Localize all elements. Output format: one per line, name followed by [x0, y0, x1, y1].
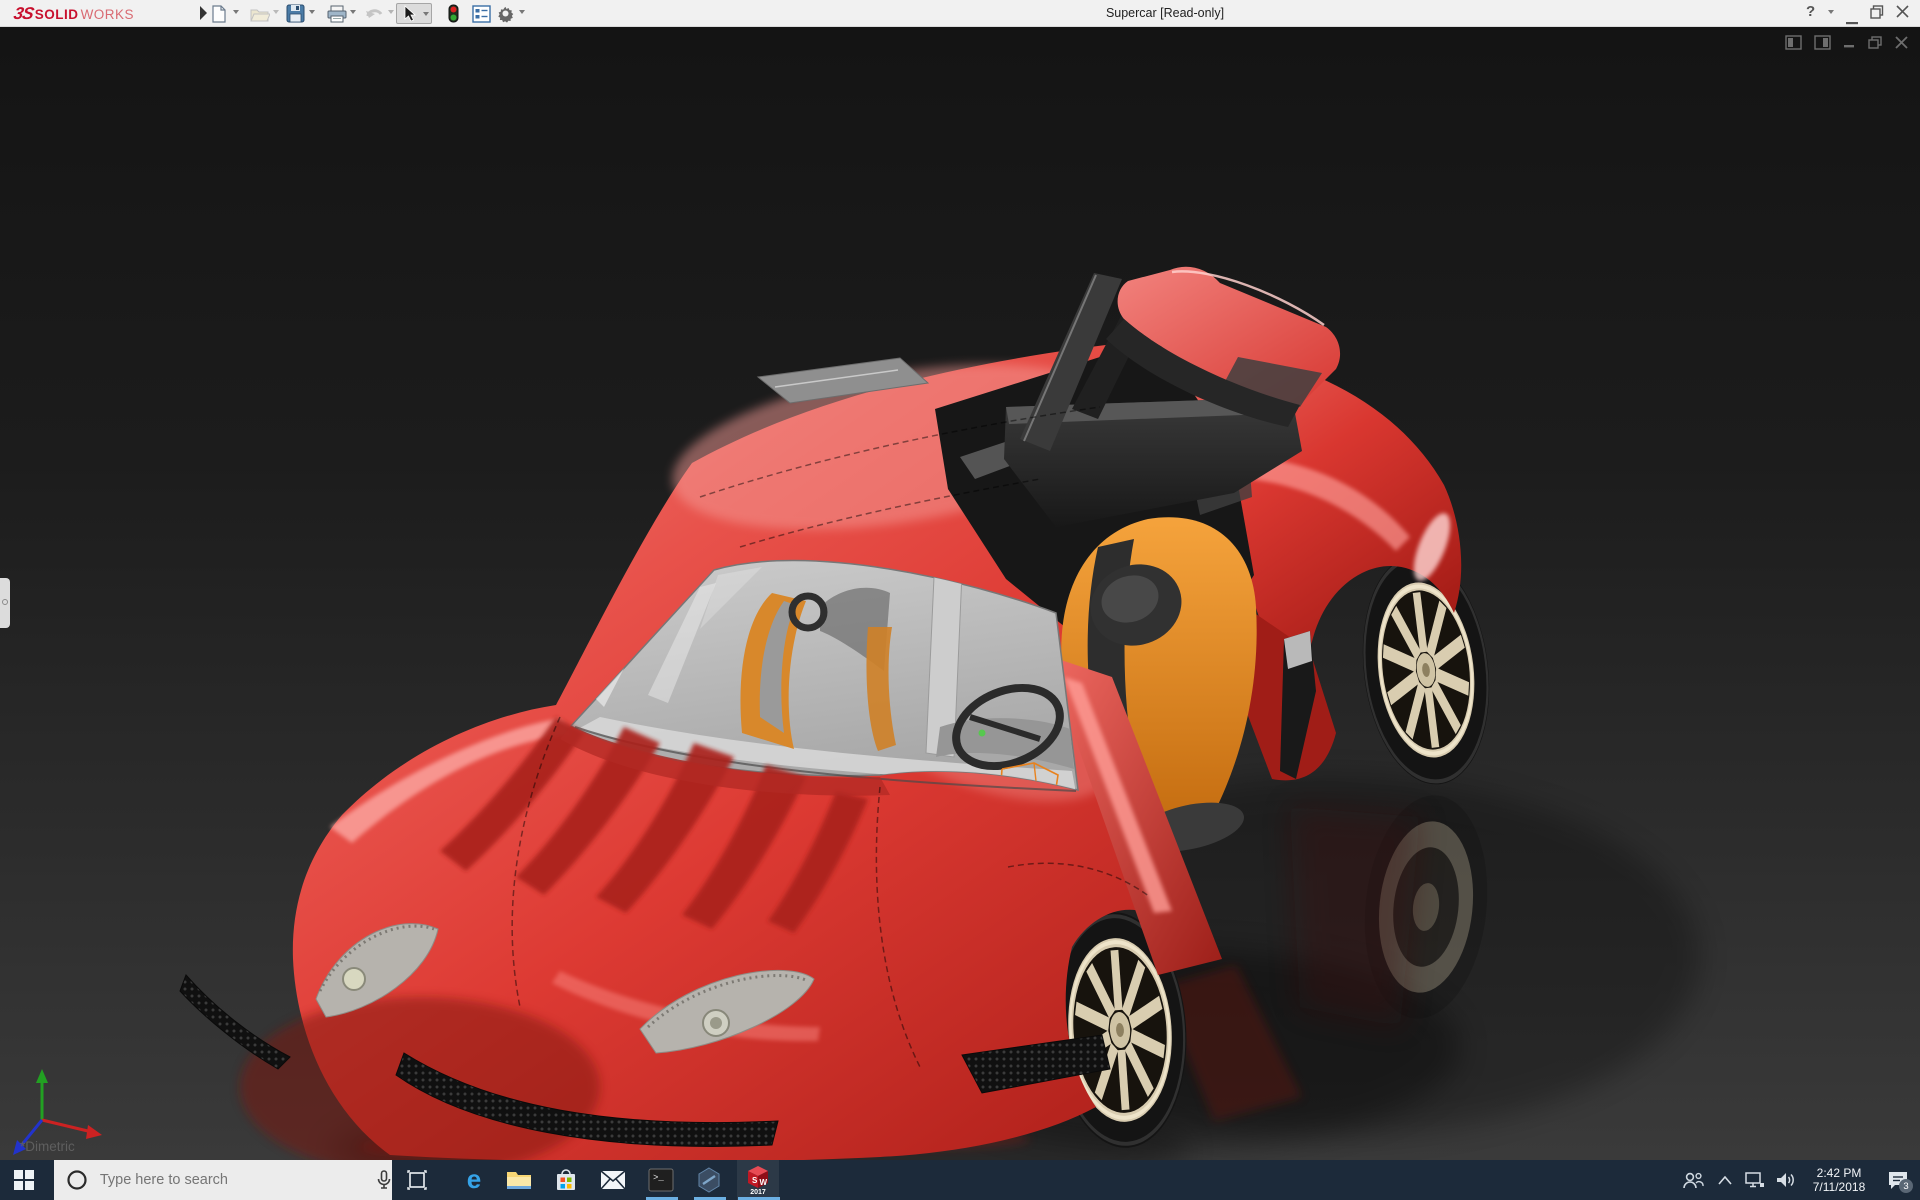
microphone-icon[interactable] [376, 1170, 392, 1190]
new-document-icon [212, 4, 226, 23]
chevron-up-icon [1718, 1175, 1732, 1185]
volume-icon [1777, 1173, 1794, 1187]
command-prompt-icon: >_ [648, 1168, 674, 1192]
file-explorer-icon [507, 1172, 531, 1189]
taskbar-store-button[interactable] [547, 1160, 585, 1200]
taskbar-clock[interactable]: 2:42 PM 7/11/2018 [1802, 1166, 1876, 1194]
close-button[interactable] [1896, 5, 1909, 23]
select-cursor-icon [404, 5, 417, 22]
volume-button[interactable] [1770, 1160, 1802, 1200]
mail-icon [600, 1170, 626, 1190]
undo-icon [366, 8, 383, 18]
windows-taskbar: e >_ [0, 1160, 1920, 1200]
network-icon [1745, 1172, 1764, 1188]
help-caret[interactable] [1828, 10, 1834, 14]
undo-button[interactable] [363, 3, 385, 24]
print-button[interactable] [326, 3, 348, 24]
help-button[interactable]: ? [1806, 3, 1815, 20]
svg-text:e: e [467, 1167, 481, 1193]
task-pane-button[interactable] [470, 3, 492, 24]
graphics-viewport[interactable]: *Dimetric [0, 27, 1920, 1160]
new-document-caret[interactable] [233, 10, 239, 14]
model-scene [0, 27, 1920, 1160]
view-orientation-label: *Dimetric [20, 1139, 75, 1154]
people-button[interactable] [1676, 1160, 1710, 1200]
svg-text:W: W [760, 1178, 768, 1187]
display-states-button[interactable] [442, 3, 464, 24]
edrawings-hexagon-icon [698, 1167, 720, 1193]
search-input[interactable] [97, 1171, 331, 1189]
feature-pane-right-icon[interactable] [1814, 35, 1831, 50]
doc-close-icon[interactable] [1895, 36, 1908, 49]
save-caret[interactable] [309, 10, 315, 14]
doc-minimize-icon[interactable] [1843, 36, 1856, 49]
solidworks-logo: 3S SOLID WORKS [12, 4, 135, 23]
notification-badge: 3 [1899, 1179, 1913, 1193]
open-folder-icon [250, 9, 270, 21]
print-caret[interactable] [350, 10, 356, 14]
app-titlebar: 3S SOLID WORKS Supercar [Read-only] ? [0, 0, 1920, 27]
task-pane-list-icon [471, 4, 491, 23]
gear-icon [497, 6, 513, 23]
task-view-icon [407, 1170, 427, 1190]
svg-text:>_: >_ [653, 1173, 664, 1183]
document-window-controls [1785, 35, 1908, 50]
start-button[interactable] [0, 1160, 48, 1200]
printer-icon [327, 5, 347, 22]
flyout-tab-dot [2, 599, 8, 605]
taskbar-cmd-button[interactable]: >_ [642, 1160, 680, 1200]
clock-time: 2:42 PM [1816, 1166, 1862, 1180]
document-title: Supercar [Read-only] [1105, 6, 1225, 20]
people-icon [1683, 1172, 1704, 1189]
cortana-icon [67, 1170, 87, 1190]
doc-restore-icon[interactable] [1868, 35, 1883, 50]
clock-date: 7/11/2018 [1812, 1180, 1866, 1194]
select-caret[interactable] [423, 12, 429, 16]
options-caret[interactable] [519, 10, 525, 14]
minimize-icon [1846, 22, 1858, 25]
taskbar-edrawings-button[interactable] [690, 1160, 728, 1200]
save-floppy-icon [286, 4, 304, 23]
new-document-button[interactable] [208, 3, 230, 24]
solidworks-logo-icon: 3S [12, 4, 35, 23]
solidworks-2017-icon: S W 2017 [748, 1166, 768, 1195]
feature-pane-left-icon[interactable] [1785, 35, 1802, 50]
task-view-button[interactable] [398, 1160, 436, 1200]
svg-text:S: S [752, 1176, 758, 1185]
taskbar-explorer-button[interactable] [500, 1160, 538, 1200]
open-button[interactable] [249, 3, 271, 24]
windows-logo-icon [14, 1170, 34, 1190]
taskbar-search[interactable] [54, 1160, 392, 1200]
tray-overflow-button[interactable] [1710, 1160, 1740, 1200]
undo-caret[interactable] [388, 10, 394, 14]
traffic-light-icon [448, 4, 458, 23]
select-tool-button[interactable] [396, 3, 432, 24]
restore-button[interactable] [1870, 5, 1884, 24]
taskbar-edge-button[interactable]: e [455, 1160, 493, 1200]
edge-icon: e [467, 1167, 481, 1193]
options-button[interactable] [494, 3, 516, 24]
system-tray: 2:42 PM 7/11/2018 3 [1676, 1160, 1920, 1200]
close-icon [1896, 5, 1909, 18]
feature-tree-flyout-tab[interactable] [0, 578, 10, 628]
restore-icon [1870, 5, 1884, 19]
microsoft-store-icon [557, 1169, 575, 1190]
open-caret[interactable] [273, 10, 279, 14]
menu-flyout-arrow-icon[interactable] [200, 6, 207, 20]
taskbar-mail-button[interactable] [594, 1160, 632, 1200]
taskbar-solidworks-button[interactable]: S W 2017 [737, 1160, 779, 1200]
save-button[interactable] [284, 3, 306, 24]
network-button[interactable] [1740, 1160, 1770, 1200]
action-center-button[interactable]: 3 [1876, 1160, 1920, 1200]
svg-text:2017: 2017 [750, 1189, 766, 1195]
